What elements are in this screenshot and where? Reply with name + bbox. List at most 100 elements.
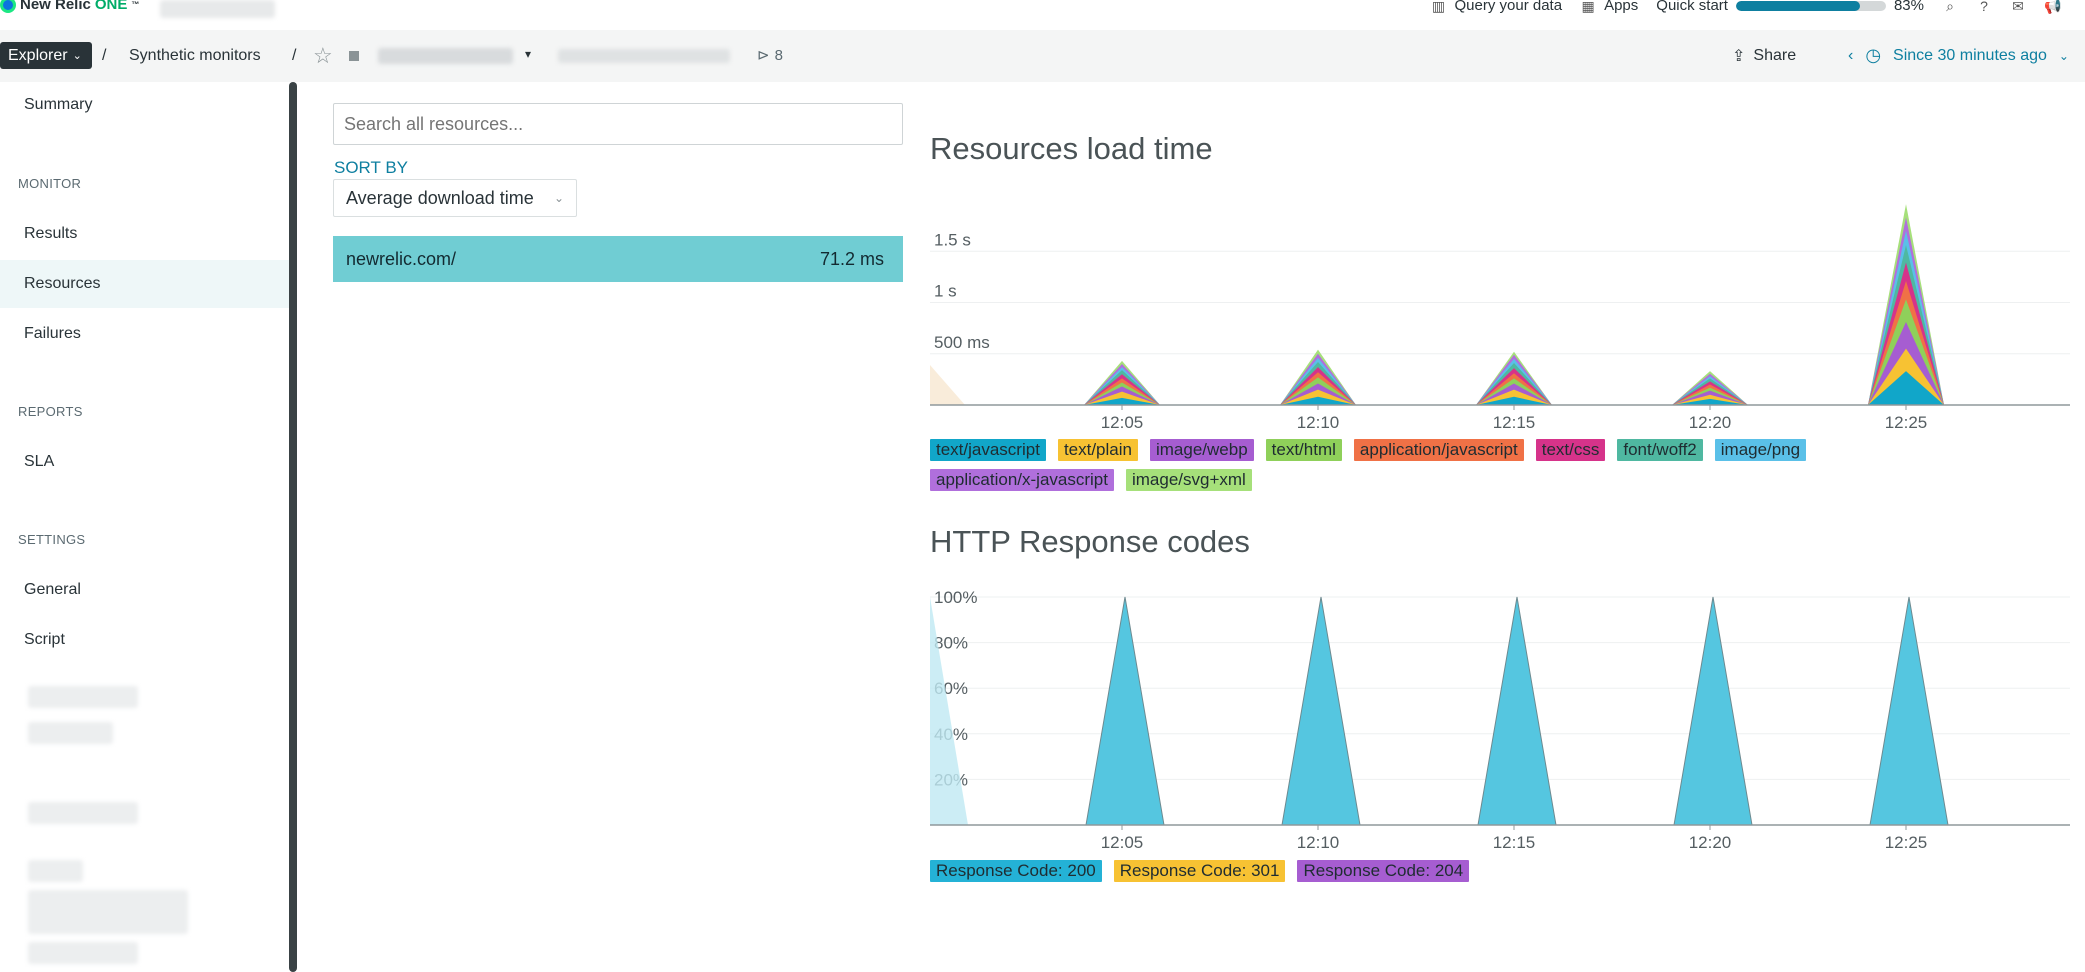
query-your-data-button[interactable]: ▥ Query your data bbox=[1431, 0, 1563, 14]
account-switcher-redacted[interactable] bbox=[160, 0, 275, 18]
x-tick-label: 12:15 bbox=[1493, 833, 1536, 852]
legend-item-application-javascript[interactable]: application/javascript bbox=[1353, 439, 1524, 461]
logo-text: New Relic bbox=[20, 0, 91, 13]
y-tick-label: 500 ms bbox=[934, 333, 990, 352]
y-tick-label: 1.5 s bbox=[934, 230, 971, 249]
resource-value: 71.2 ms bbox=[819, 248, 884, 269]
sidebar-redacted-item[interactable] bbox=[28, 722, 113, 744]
logo-one-text: ONE bbox=[94, 0, 128, 13]
resource-row[interactable]: newrelic.com/ 71.2 ms bbox=[333, 236, 903, 282]
sidebar-item-general[interactable]: General bbox=[24, 581, 81, 599]
top-nav: New Relic ONE ™ ▥ Query your data ▦ Apps … bbox=[0, 0, 2085, 18]
y-tick-label: 1 s bbox=[934, 282, 957, 301]
sidebar-item-script[interactable]: Script bbox=[24, 631, 65, 649]
area-response-code-200-12-20[interactable] bbox=[1673, 596, 1753, 826]
apps-button[interactable]: ▦ Apps bbox=[1580, 0, 1638, 14]
apps-label: Apps bbox=[1604, 0, 1639, 14]
breadcrumb-bar: Explorer ⌄ / Synthetic monitors / ☆ ▾ ⊳ … bbox=[0, 30, 2085, 82]
x-tick-label: 12:10 bbox=[1297, 833, 1340, 852]
x-tick-label: 12:15 bbox=[1493, 413, 1536, 432]
entity-guid-redacted bbox=[558, 49, 730, 63]
legend-item-response-code-204[interactable]: Response Code: 204 bbox=[1297, 860, 1470, 882]
explorer-dropdown[interactable]: Explorer ⌄ bbox=[0, 42, 92, 69]
new-relic-logo[interactable]: New Relic ONE ™ bbox=[0, 0, 139, 13]
y-tick-label: 100% bbox=[934, 588, 977, 607]
favorite-star-icon[interactable]: ☆ bbox=[313, 43, 333, 69]
logo-trademark: ™ bbox=[131, 0, 140, 9]
sidebar-scrollbar[interactable] bbox=[289, 82, 297, 972]
chevron-down-icon: ⌄ bbox=[72, 50, 82, 62]
monitor-name-redacted[interactable] bbox=[378, 48, 513, 64]
sidebar-item-results[interactable]: Results bbox=[24, 225, 77, 243]
share-button[interactable]: ⇪ Share bbox=[1732, 46, 1796, 66]
sidebar-section-reports: REPORTS bbox=[18, 404, 83, 419]
search-resources-input[interactable] bbox=[333, 103, 903, 145]
help-icon[interactable]: ? bbox=[1976, 0, 1992, 14]
chart-title-http-response-codes: HTTP Response codes bbox=[930, 524, 1250, 559]
sidebar-redacted-item[interactable] bbox=[28, 860, 83, 882]
legend-item-text-javascript[interactable]: text/javascript bbox=[930, 439, 1046, 461]
http-response-codes-chart: 20%40%60%80%100%12:0512:1012:1512:2012:2… bbox=[930, 588, 2070, 852]
partial-area bbox=[930, 365, 965, 405]
chevron-down-icon: ⌄ bbox=[2058, 48, 2069, 63]
legend-item-text-html[interactable]: text/html bbox=[1265, 439, 1342, 461]
sidebar-redacted-item[interactable] bbox=[28, 802, 138, 824]
y-tick-label: 80% bbox=[934, 634, 968, 653]
tag-count: 8 bbox=[774, 46, 783, 64]
sidebar-item-failures[interactable]: Failures bbox=[24, 325, 81, 343]
sidebar-redacted-item[interactable] bbox=[28, 942, 138, 964]
sidebar-redacted-item[interactable] bbox=[28, 686, 138, 708]
search-icon[interactable]: ⌕ bbox=[1942, 0, 1958, 14]
area-response-code-200-12-05[interactable] bbox=[1085, 596, 1165, 826]
share-icon: ⇪ bbox=[1732, 48, 1746, 65]
new-relic-logo-icon bbox=[0, 0, 16, 13]
sidebar-item-sla[interactable]: SLA bbox=[24, 453, 54, 471]
area-response-code-200-12-10[interactable] bbox=[1281, 596, 1361, 826]
sidebar-section-settings: SETTINGS bbox=[18, 532, 86, 547]
legend-item-application-x-javascript[interactable]: application/x-javascript bbox=[930, 469, 1114, 491]
sidebar-item-resources[interactable]: Resources bbox=[0, 260, 289, 308]
monitor-chevron-down-icon[interactable]: ▾ bbox=[525, 47, 531, 61]
http-response-codes-legend: Response Code: 200 Response Code: 301 Resp… bbox=[930, 860, 1930, 882]
sidebar-redacted-item[interactable] bbox=[28, 890, 188, 934]
legend-item-response-code-200[interactable]: Response Code: 200 bbox=[930, 860, 1102, 882]
breadcrumb-separator: / bbox=[292, 47, 297, 64]
legend-item-image-svg-xml[interactable]: image/svg+xml bbox=[1125, 469, 1252, 491]
tag-icon: ⊳ bbox=[757, 47, 770, 64]
quick-start-percent: 83% bbox=[1893, 0, 1924, 14]
chevron-left-icon[interactable]: ‹ bbox=[1848, 47, 1853, 65]
sidebar-section-monitor: MONITOR bbox=[18, 176, 82, 191]
legend-item-text-css[interactable]: text/css bbox=[1535, 439, 1606, 461]
query-your-data-label: Query your data bbox=[1454, 0, 1563, 14]
area-response-code-200-12-15[interactable] bbox=[1477, 596, 1557, 826]
legend-item-font-woff2[interactable]: font/woff2 bbox=[1617, 439, 1703, 461]
quick-start-button[interactable]: Quick start 83% bbox=[1656, 0, 1924, 14]
tags-button[interactable]: ⊳ 8 bbox=[757, 46, 783, 65]
resources-load-time-legend: text/javascript text/plain image/webp text/… bbox=[930, 439, 1930, 491]
chart-title-resources-load-time: Resources load time bbox=[930, 131, 1213, 166]
legend-item-response-code-301[interactable]: Response Code: 301 bbox=[1113, 860, 1286, 882]
legend-item-text-plain[interactable]: text/plain bbox=[1057, 439, 1138, 461]
quick-start-label: Quick start bbox=[1656, 0, 1728, 14]
x-tick-label: 12:25 bbox=[1885, 413, 1928, 432]
breadcrumb-synthetic-monitors[interactable]: Synthetic monitors bbox=[129, 47, 261, 65]
sort-by-select[interactable]: Average download time ⌄ bbox=[333, 179, 577, 217]
bar-chart-icon: ▥ bbox=[1431, 0, 1446, 14]
x-tick-label: 12:10 bbox=[1297, 413, 1340, 432]
share-label: Share bbox=[1753, 47, 1797, 64]
resource-name: newrelic.com/ bbox=[346, 248, 457, 269]
time-picker[interactable]: ‹ ◷ Since 30 minutes ago ⌄ bbox=[1848, 45, 2069, 66]
sidebar-item-summary[interactable]: Summary bbox=[24, 96, 92, 114]
x-tick-label: 12:25 bbox=[1885, 833, 1928, 852]
legend-item-image-webp[interactable]: image/webp bbox=[1149, 439, 1254, 461]
feedback-icon[interactable]: ✉ bbox=[2010, 0, 2026, 14]
breadcrumb-separator: / bbox=[102, 47, 107, 64]
time-range-label: Since 30 minutes ago bbox=[1893, 46, 2047, 64]
legend-item-image-png[interactable]: image/png bbox=[1714, 439, 1807, 461]
sidebar: Summary MONITOR Results Resources Failur… bbox=[0, 82, 300, 972]
megaphone-icon[interactable]: 📢 bbox=[2044, 0, 2061, 14]
area-response-code-200-12-25[interactable] bbox=[1869, 596, 1949, 826]
partial-area bbox=[930, 597, 968, 825]
clock-icon: ◷ bbox=[1865, 45, 1882, 65]
x-tick-label: 12:20 bbox=[1689, 833, 1732, 852]
